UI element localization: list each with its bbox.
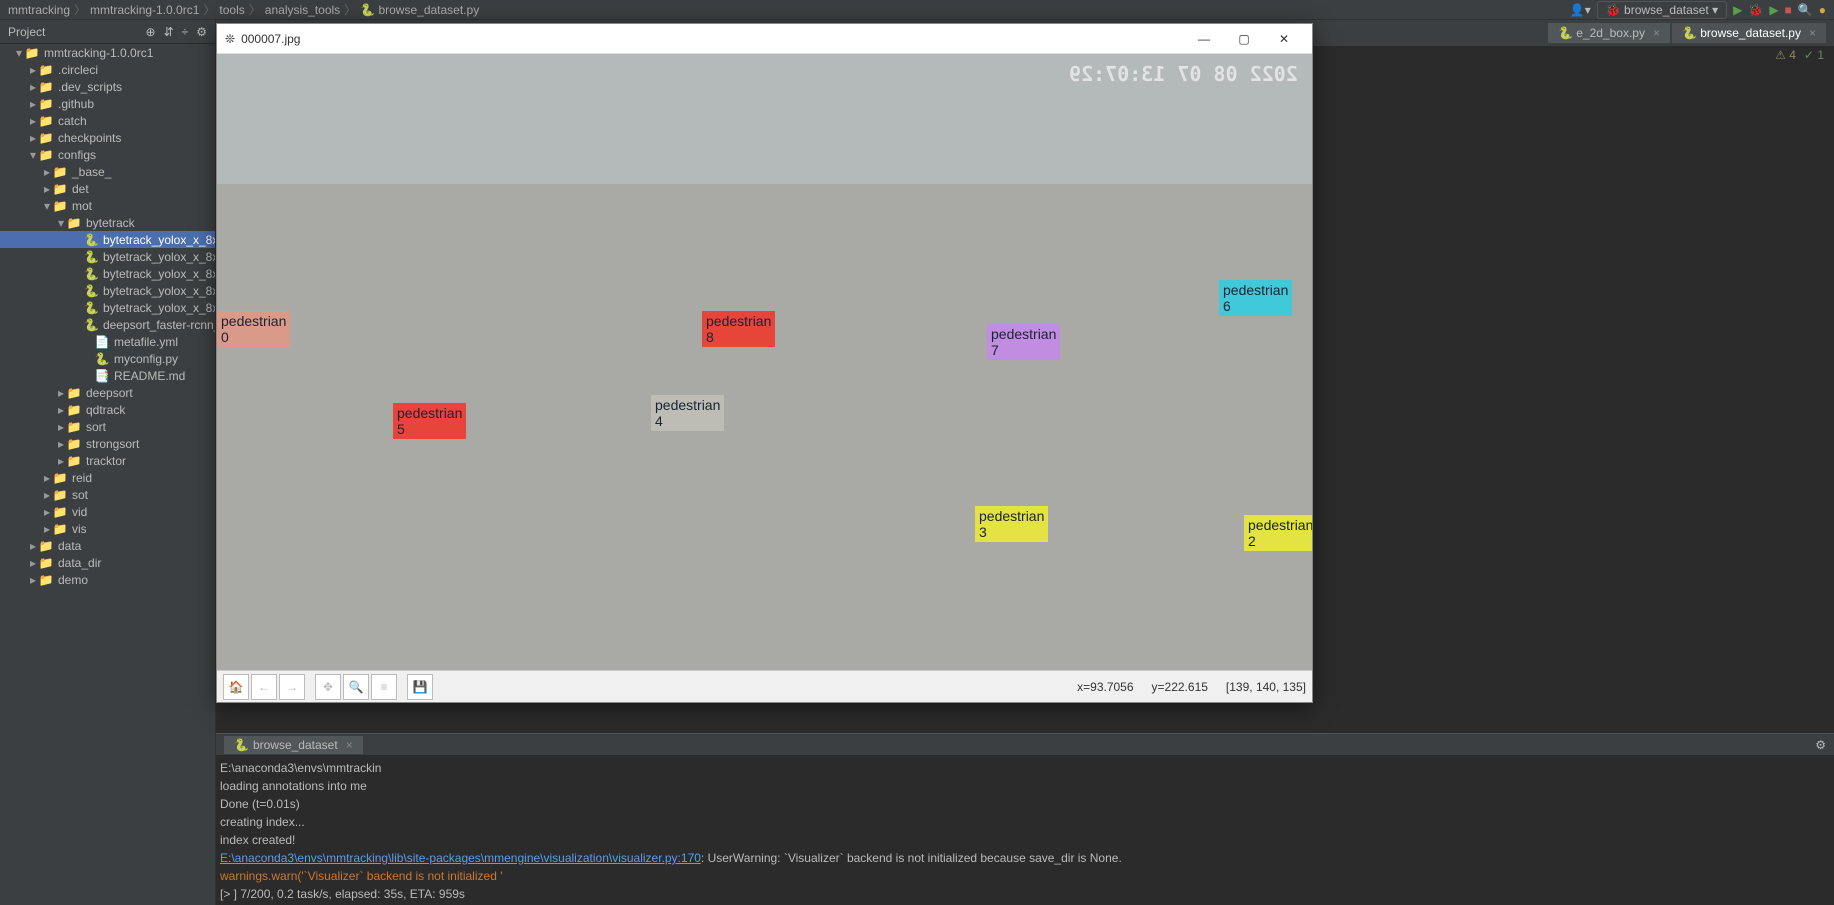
tree-item[interactable]: 🐍bytetrack_yolox_x_8xb4	[0, 282, 215, 299]
project-sidebar: Project ⊕ ⇵ ÷ ⚙ ▾📁mmtracking-1.0.0rc1▸📁.…	[0, 20, 216, 905]
run-tabs: 🐍 browse_dataset× ⚙	[216, 733, 1834, 755]
run-settings-icon[interactable]: ⚙	[1815, 738, 1826, 752]
tree-item[interactable]: 🐍bytetrack_yolox_x_8xb4	[0, 299, 215, 316]
sidebar-header: Project ⊕ ⇵ ÷ ⚙	[0, 20, 215, 44]
debug-icon[interactable]: 🐞	[1748, 3, 1763, 17]
tree-item[interactable]: 📄metafile.yml	[0, 333, 215, 350]
tree-item[interactable]: 🐍myconfig.py	[0, 350, 215, 367]
pan-icon[interactable]: ✥	[315, 674, 341, 700]
user-icon[interactable]: 👤▾	[1570, 3, 1591, 17]
breadcrumb-item[interactable]: mmtracking	[8, 3, 70, 17]
image-window-title: 000007.jpg	[241, 32, 300, 46]
breadcrumb-item[interactable]: tools	[219, 3, 244, 17]
maximize-button[interactable]: ▢	[1224, 25, 1264, 53]
breadcrumb: mmtracking〉mmtracking-1.0.0rc1〉tools〉ana…	[0, 0, 1834, 20]
tree-item[interactable]: ▸📁data	[0, 537, 215, 554]
tree-item[interactable]: ▸📁.circleci	[0, 61, 215, 78]
tree-item[interactable]: ▾📁bytetrack	[0, 214, 215, 231]
detection-box: pedestrian 7	[987, 324, 1060, 360]
search-icon[interactable]: 🔍	[1798, 3, 1813, 17]
matplotlib-toolbar: 🏠 ← → ✥ 🔍 ≡ 💾 x=93.7056 y=222.615 [139, …	[217, 670, 1312, 702]
forward-icon[interactable]: →	[279, 674, 305, 700]
tree-item[interactable]: ▸📁.dev_scripts	[0, 78, 215, 95]
detection-box: pedestrian 5	[393, 403, 466, 439]
editor-tab[interactable]: 🐍 e_2d_box.py×	[1548, 23, 1670, 43]
close-icon[interactable]: ×	[1809, 26, 1816, 40]
detection-box: pedestrian 4	[651, 395, 724, 431]
image-canvas[interactable]: 2022 08 07 13:07:29 pedestrian 0 pedestri…	[217, 54, 1312, 670]
detection-box: pedestrian 2	[1244, 515, 1312, 551]
tree-item[interactable]: ▸📁reid	[0, 469, 215, 486]
tree-item[interactable]: ▾📁configs	[0, 146, 215, 163]
tree-item[interactable]: 🐍deepsort_faster-rcnn_r5	[0, 316, 215, 333]
tree-item[interactable]: ▾📁mmtracking-1.0.0rc1	[0, 44, 215, 61]
close-icon[interactable]: ×	[1653, 26, 1660, 40]
top-toolbar: 👤▾ 🐞 browse_dataset ▾ ▶ 🐞 ▶ ■ 🔍 ●	[1570, 0, 1834, 20]
tree-item[interactable]: ▸📁catch	[0, 112, 215, 129]
gear-icon[interactable]: ⚙	[196, 25, 207, 39]
detection-box: pedestrian 0	[217, 311, 290, 347]
image-window-titlebar[interactable]: ❊ 000007.jpg — ▢ ✕	[217, 24, 1312, 54]
settings-icon[interactable]: ●	[1819, 3, 1826, 17]
plot-icon: ❊	[225, 32, 235, 46]
close-icon[interactable]: ×	[346, 738, 353, 752]
tree-item[interactable]: ▸📁qdtrack	[0, 401, 215, 418]
tree-item[interactable]: ▸📁sot	[0, 486, 215, 503]
locate-icon[interactable]: ⊕	[146, 25, 156, 39]
tree-item[interactable]: ▸📁vid	[0, 503, 215, 520]
tree-item[interactable]: ▸📁data_dir	[0, 554, 215, 571]
tree-item[interactable]: ▸📁.github	[0, 95, 215, 112]
breadcrumb-item[interactable]: analysis_tools	[265, 3, 340, 17]
terminal[interactable]: E:\anaconda3\envs\mmtrackin loading anno…	[216, 755, 1834, 905]
configure-icon[interactable]: ≡	[371, 674, 397, 700]
stop-icon[interactable]: ■	[1785, 3, 1792, 17]
back-icon[interactable]: ←	[251, 674, 277, 700]
tree-item[interactable]: 📑README.md	[0, 367, 215, 384]
tree-item[interactable]: ▸📁checkpoints	[0, 129, 215, 146]
detection-box: pedestrian 3	[975, 506, 1048, 542]
run-icon[interactable]: ▶	[1733, 3, 1742, 17]
tree-item[interactable]: ▸📁det	[0, 180, 215, 197]
tree-item[interactable]: 🐍bytetrack_yolox_x_8xb4	[0, 265, 215, 282]
collapse-icon[interactable]: ÷	[182, 25, 189, 39]
tree-item[interactable]: ▸📁sort	[0, 418, 215, 435]
tree-item[interactable]: ▸📁tracktor	[0, 452, 215, 469]
tree-item[interactable]: ▸📁demo	[0, 571, 215, 588]
tree-item[interactable]: ▸📁_base_	[0, 163, 215, 180]
tree-item[interactable]: 🐍bytetrack_yolox_x_8xb4	[0, 248, 215, 265]
cursor-coords: x=93.7056 y=222.615 [139, 140, 135]	[1077, 680, 1306, 694]
detection-box: pedestrian 8	[702, 311, 775, 347]
editor-tab[interactable]: 🐍 browse_dataset.py×	[1672, 23, 1826, 43]
breadcrumb-item[interactable]: mmtracking-1.0.0rc1	[90, 3, 199, 17]
project-tree[interactable]: ▾📁mmtracking-1.0.0rc1▸📁.circleci▸📁.dev_s…	[0, 44, 215, 905]
tree-item[interactable]: ▸📁deepsort	[0, 384, 215, 401]
run-config-select[interactable]: 🐞 browse_dataset ▾	[1597, 1, 1727, 19]
warn-badge: ⚠ 4	[1775, 48, 1796, 62]
tree-item[interactable]: 🐍bytetrack_yolox_x_8xb4	[0, 231, 215, 248]
close-button[interactable]: ✕	[1264, 25, 1304, 53]
home-icon[interactable]: 🏠	[223, 674, 249, 700]
minimize-button[interactable]: —	[1184, 25, 1224, 53]
run-tab[interactable]: 🐍 browse_dataset×	[224, 736, 363, 754]
coverage-icon[interactable]: ▶	[1769, 3, 1778, 17]
timestamp-overlay: 2022 08 07 13:07:29	[1069, 62, 1298, 86]
image-window: ❊ 000007.jpg — ▢ ✕ 2022 08 07 13:07:29 pe…	[216, 23, 1313, 703]
sidebar-title: Project	[8, 25, 45, 39]
tree-item[interactable]: ▸📁strongsort	[0, 435, 215, 452]
tree-item[interactable]: ▾📁mot	[0, 197, 215, 214]
breadcrumb-item[interactable]: 🐍 browse_dataset.py	[360, 3, 479, 17]
check-badge: ✓ 1	[1804, 48, 1824, 62]
tree-item[interactable]: ▸📁vis	[0, 520, 215, 537]
save-icon[interactable]: 💾	[407, 674, 433, 700]
file-link[interactable]: E:\anaconda3\envs\mmtracking\lib\site-pa…	[220, 851, 701, 865]
detection-box: pedestrian 6	[1219, 280, 1292, 316]
expand-icon[interactable]: ⇵	[164, 25, 174, 39]
zoom-icon[interactable]: 🔍	[343, 674, 369, 700]
